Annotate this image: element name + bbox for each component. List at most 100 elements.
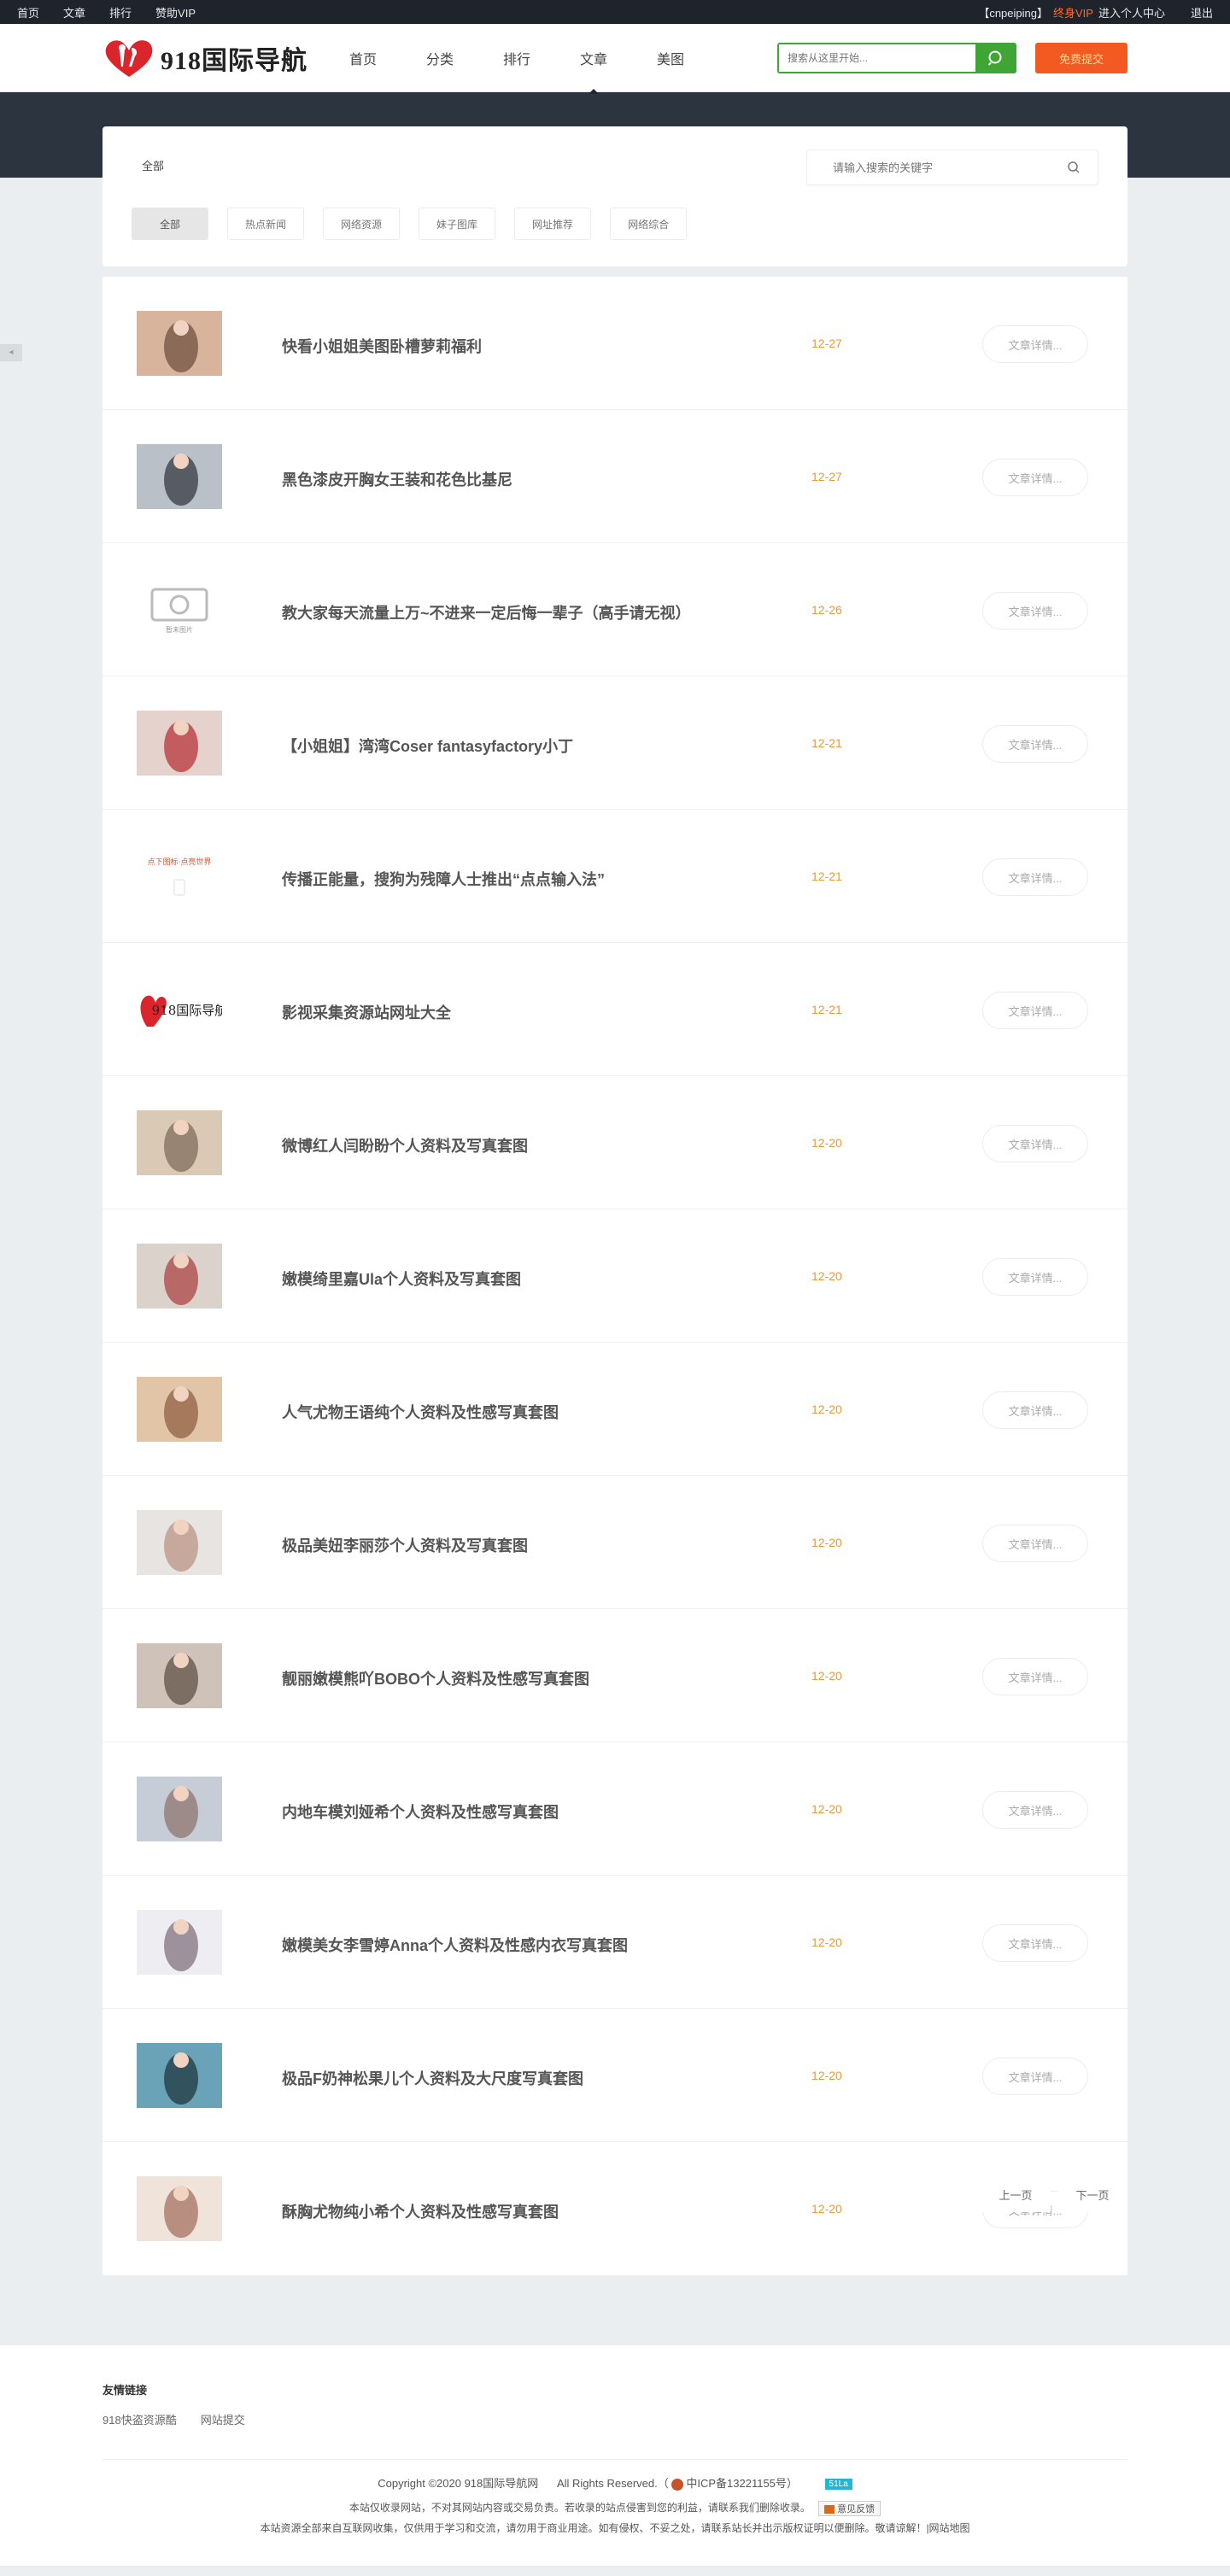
article-title[interactable]: 微博红人闫盼盼个人资料及写真套图 <box>282 1134 528 1156</box>
friend-link[interactable]: 918快盗资源酷 <box>102 2411 177 2427</box>
article-detail-button[interactable]: 文章详情... <box>982 1125 1088 1162</box>
article-row: 918国际导航 影视采集资源站网址大全 12-21 文章详情... <box>102 943 1128 1076</box>
article-date: 12-20 <box>811 1269 842 1283</box>
article-thumbnail[interactable] <box>137 2176 222 2241</box>
search-icon[interactable] <box>1067 161 1081 174</box>
logout-link[interactable]: 退出 <box>1191 4 1213 20</box>
article-row: 极品F奶神松果儿个人资料及大尺度写真套图 12-20 文章详情... <box>102 2009 1128 2142</box>
nav-home[interactable]: 首页 <box>325 48 401 68</box>
heart-logo-icon <box>105 40 153 77</box>
article-thumbnail[interactable] <box>137 2043 222 2108</box>
article-row: 微博红人闫盼盼个人资料及写真套图 12-20 文章详情... <box>102 1076 1128 1209</box>
site-header: 918国际导航 首页 分类 排行 文章 美图 免费提交 <box>0 24 1230 94</box>
article-search-input[interactable] <box>807 150 1046 184</box>
chip-site-recommend[interactable]: 网址推荐 <box>514 208 592 240</box>
feedback-button[interactable]: 意见反馈 <box>818 2500 882 2516</box>
article-row: 人气尤物王语纯个人资料及性感写真套图 12-20 文章详情... <box>102 1343 1128 1476</box>
article-title[interactable]: 嫩模绮里嘉Ula个人资料及写真套图 <box>282 1268 521 1290</box>
site-logo[interactable]: 918国际导航 <box>102 38 325 79</box>
copyright-text: Copyright ©2020 918国际导航网 <box>378 2477 539 2490</box>
nav-category[interactable]: 分类 <box>401 48 478 68</box>
svg-text:918国际导航: 918国际导航 <box>152 1003 222 1018</box>
top-link-articles[interactable]: 文章 <box>63 4 85 20</box>
article-thumbnail[interactable]: 暂未图片 <box>137 577 222 642</box>
stats-badge[interactable]: 51La <box>824 2479 852 2491</box>
article-title[interactable]: 极品美妞李丽莎个人资料及写真套图 <box>282 1534 528 1556</box>
article-title[interactable]: 黑色漆皮开胸女王装和花色比基尼 <box>282 468 512 490</box>
article-thumbnail[interactable] <box>137 1643 222 1708</box>
article-title[interactable]: 教大家每天流量上万~不进来一定后悔一辈子（高手请无视） <box>282 601 691 624</box>
article-thumbnail[interactable] <box>137 444 222 509</box>
article-detail-button[interactable]: 文章详情... <box>982 1658 1088 1695</box>
article-title[interactable]: 内地车模刘娅希个人资料及性感写真套图 <box>282 1800 559 1823</box>
nav-gallery[interactable]: 美图 <box>632 48 709 68</box>
article-detail-button[interactable]: 文章详情... <box>982 1525 1088 1562</box>
article-detail-button[interactable]: 文章详情... <box>982 992 1088 1029</box>
header-search-input[interactable] <box>777 43 975 73</box>
article-title[interactable]: 靓丽嫩模熊吖BOBO个人资料及性感写真套图 <box>282 1667 589 1689</box>
user-area: 【cnpeiping】 终身VIP 进入个人中心 退出 <box>978 4 1213 20</box>
article-thumbnail[interactable] <box>137 1244 222 1308</box>
header-search-button[interactable] <box>975 43 1016 73</box>
article-detail-button[interactable]: 文章详情... <box>982 725 1088 763</box>
article-thumbnail[interactable] <box>137 711 222 776</box>
article-detail-button[interactable]: 文章详情... <box>982 858 1088 896</box>
feedback-icon <box>824 2504 835 2514</box>
friend-link[interactable]: 网站提交 <box>201 2411 245 2427</box>
top-link-home[interactable]: 首页 <box>17 4 39 20</box>
article-title[interactable]: 传播正能量，搜狗为残障人士推出“点点输入法” <box>282 868 605 890</box>
article-title[interactable]: 影视采集资源站网址大全 <box>282 1001 451 1023</box>
svg-text:暂未图片: 暂未图片 <box>166 625 193 634</box>
user-center-link[interactable]: 进入个人中心 <box>1098 4 1165 20</box>
article-detail-button[interactable]: 文章详情... <box>982 1391 1088 1429</box>
article-thumbnail[interactable] <box>137 1510 222 1575</box>
article-title[interactable]: 快看小姐姐美图卧槽萝莉福利 <box>282 335 482 357</box>
nav-articles[interactable]: 文章 <box>555 48 632 94</box>
side-float-tab[interactable]: ◂ <box>0 344 22 361</box>
prev-page-button[interactable]: 上一页 <box>981 2176 1051 2212</box>
friend-links-title: 友情链接 <box>102 2384 148 2397</box>
nav-ranking[interactable]: 排行 <box>478 48 555 68</box>
next-page-button[interactable]: 下一页 <box>1057 2176 1128 2212</box>
filter-title: 全部 <box>142 160 165 173</box>
article-date: 12-21 <box>811 736 842 750</box>
article-title[interactable]: 人气尤物王语纯个人资料及性感写真套图 <box>282 1401 559 1423</box>
article-date: 12-27 <box>811 470 842 483</box>
article-detail-button[interactable]: 文章详情... <box>982 592 1088 629</box>
article-detail-button[interactable]: 文章详情... <box>982 459 1088 496</box>
article-detail-button[interactable]: 文章详情... <box>982 1791 1088 1829</box>
article-title[interactable]: 极品F奶神松果儿个人资料及大尺度写真套图 <box>282 2067 583 2089</box>
article-thumbnail[interactable]: 918国际导航 <box>137 977 222 1042</box>
top-link-vip[interactable]: 赞助VIP <box>155 4 196 20</box>
chip-all[interactable]: 全部 <box>132 208 208 240</box>
article-thumbnail[interactable] <box>137 1777 222 1841</box>
chip-web-resources[interactable]: 网络资源 <box>323 208 401 240</box>
article-title[interactable]: 【小姐姐】湾湾Coser fantasyfactory小丁 <box>282 735 573 757</box>
article-detail-button[interactable]: 文章详情... <box>982 1924 1088 1962</box>
article-detail-button[interactable]: 文章详情... <box>982 2058 1088 2095</box>
top-link-ranking[interactable]: 排行 <box>109 4 132 20</box>
article-thumbnail[interactable] <box>137 311 222 376</box>
article-date: 12-20 <box>811 1402 842 1416</box>
icp-link[interactable]: 中ICP备13221155号） <box>686 2477 798 2490</box>
article-thumbnail[interactable] <box>137 1910 222 1975</box>
article-title[interactable]: 酥胸尤物纯小希个人资料及性感写真套图 <box>282 2200 559 2222</box>
chip-gallery[interactable]: 妹子图库 <box>419 208 496 240</box>
article-thumbnail[interactable] <box>137 1110 222 1175</box>
article-thumbnail[interactable]: 点下图标·点亮世界 <box>137 844 222 909</box>
chip-hot-news[interactable]: 热点新闻 <box>227 208 305 240</box>
article-date: 12-20 <box>811 1136 842 1150</box>
article-row: 【小姐姐】湾湾Coser fantasyfactory小丁 12-21 文章详情..… <box>102 676 1128 810</box>
top-links: 首页 文章 排行 赞助VIP <box>17 4 196 20</box>
article-title[interactable]: 嫩模美女李雪婷Anna个人资料及性感内衣写真套图 <box>282 1934 628 1956</box>
disclaimer-line-1: 本站仅收录网站，不对其网站内容或交易负责。若收录的站点侵害到您的利益，请联系我们… <box>102 2500 1128 2516</box>
article-detail-button[interactable]: 文章详情... <box>982 1258 1088 1296</box>
article-row: 暂未图片 教大家每天流量上万~不进来一定后悔一辈子（高手请无视） 12-26 文章详情… <box>102 543 1128 676</box>
article-date: 12-21 <box>811 1003 842 1016</box>
copyright-line: Copyright ©2020 918国际导航网 All Rights Rese… <box>102 2474 1128 2491</box>
police-badge-icon <box>671 2478 684 2491</box>
article-thumbnail[interactable] <box>137 1377 222 1442</box>
article-detail-button[interactable]: 文章详情... <box>982 325 1088 363</box>
free-submit-button[interactable]: 免费提交 <box>1035 43 1128 73</box>
chip-general[interactable]: 网络综合 <box>610 208 688 240</box>
